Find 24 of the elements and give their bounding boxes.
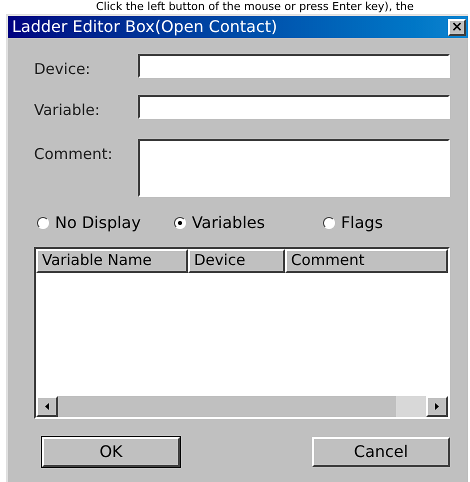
column-header[interactable]: Device (188, 249, 285, 273)
scroll-left-button[interactable] (36, 396, 58, 417)
field-label: Device: (34, 59, 92, 80)
horizontal-scrollbar[interactable] (36, 395, 448, 417)
radio-option[interactable]: Flags (322, 211, 383, 235)
variable-list[interactable]: Variable Name Device Comment (34, 247, 450, 419)
comment-field[interactable] (138, 139, 450, 197)
radio-option[interactable]: No Display (37, 211, 141, 235)
field-label: Variable: (34, 100, 101, 120)
text-field[interactable] (138, 54, 450, 78)
close-button[interactable]: × (448, 18, 466, 36)
window-title: Ladder Editor Box(Open Contact) (12, 16, 278, 38)
column-header[interactable]: Variable Name (36, 249, 188, 273)
radio-option[interactable]: Variables (174, 211, 265, 235)
dialog-button[interactable]: OK (42, 437, 180, 467)
background-text: Click the left button of the mouse or press Enter key), the (95, 0, 415, 14)
scroll-thumb[interactable] (396, 396, 426, 417)
column-header[interactable]: Comment (285, 249, 448, 273)
dialog-button[interactable]: Cancel (312, 437, 450, 467)
scroll-right-button[interactable] (426, 396, 448, 417)
left-arrow-icon (45, 403, 49, 410)
field-label: Comment: (34, 144, 114, 165)
right-arrow-icon (435, 403, 439, 410)
text-field[interactable] (138, 94, 450, 118)
